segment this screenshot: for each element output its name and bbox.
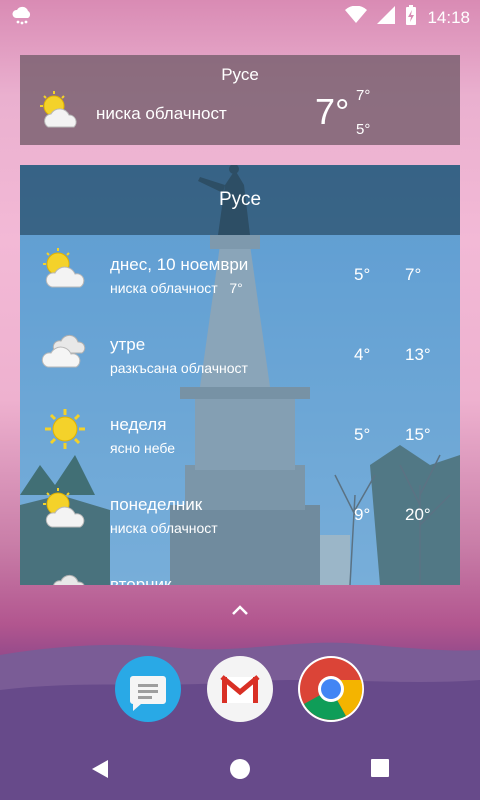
forecast-low: 5°: [354, 265, 371, 284]
low-temperature: 5°: [356, 121, 371, 138]
forecast-condition: ниска облачност: [110, 520, 218, 536]
forecast-low: 5°: [354, 425, 371, 444]
forecast-high: 15°: [405, 425, 431, 444]
forecast-high: 7°: [405, 265, 422, 284]
forecast-row[interactable]: вторник: [20, 555, 460, 585]
forecast-city: Русе: [218, 189, 262, 210]
weather-description: ниска облачност: [96, 104, 227, 123]
clouds-icon: [40, 567, 90, 585]
sun-behind-cloud-icon: [38, 91, 84, 136]
high-temperature: 7°: [356, 87, 371, 104]
wifi-icon: [345, 5, 368, 29]
forecast-row[interactable]: утре разкъсана облачност 4° 13°: [20, 315, 460, 395]
forecast-condition: ниска облачност 7°: [110, 280, 243, 296]
clouds-icon: [40, 327, 90, 376]
forecast-low: 9°: [354, 505, 371, 524]
forecast-condition: ясно небе: [110, 440, 175, 456]
app-drawer-chevron-up-icon[interactable]: [230, 603, 250, 622]
current-weather-widget[interactable]: Русе ниска облачност 7° 7° 5°: [20, 55, 460, 145]
forecast-row[interactable]: днес, 10 ноември ниска облачност 7° 5° 7…: [20, 235, 460, 315]
forecast-day: вторник: [110, 575, 172, 585]
forecast-header: Русе: [20, 165, 460, 235]
sun-behind-cloud-icon: [40, 247, 90, 296]
weather-cloud-rain-icon: [10, 6, 34, 31]
forecast-condition: разкъсана облачност: [110, 360, 248, 376]
chrome-app-icon[interactable]: [298, 656, 364, 722]
forecast-day: понеделник: [110, 495, 203, 514]
recents-button[interactable]: [370, 758, 390, 783]
sun-icon: [40, 407, 90, 456]
forecast-day: утре: [110, 335, 146, 354]
forecast-high: 13°: [405, 345, 431, 364]
forecast-day: неделя: [110, 415, 167, 434]
forecast-high: 20°: [405, 505, 431, 524]
forecast-low: 4°: [354, 345, 371, 364]
battery-charging-icon: [405, 5, 417, 30]
forecast-list[interactable]: днес, 10 ноември ниска облачност 7° 5° 7…: [20, 235, 460, 585]
signal-icon: [377, 6, 396, 29]
forecast-widget[interactable]: Русе днес, 10 ноември ниска облачност 7°…: [20, 165, 460, 585]
back-button[interactable]: [90, 758, 110, 785]
clock: 14:18: [427, 7, 470, 27]
widget-city: Русе: [221, 65, 259, 84]
gmail-app-icon[interactable]: [207, 656, 273, 722]
forecast-row[interactable]: неделя ясно небе 5° 15°: [20, 395, 460, 475]
sun-behind-cloud-icon: [40, 487, 90, 536]
dock: [0, 656, 480, 726]
forecast-row[interactable]: понеделник ниска облачност 9° 20°: [20, 475, 460, 555]
status-bar: 14:18: [0, 0, 480, 32]
navigation-bar: [0, 740, 480, 800]
messages-app-icon[interactable]: [115, 656, 181, 722]
forecast-day: днес, 10 ноември: [110, 255, 249, 274]
home-button[interactable]: [229, 758, 251, 785]
current-temperature: 7°: [315, 91, 350, 132]
